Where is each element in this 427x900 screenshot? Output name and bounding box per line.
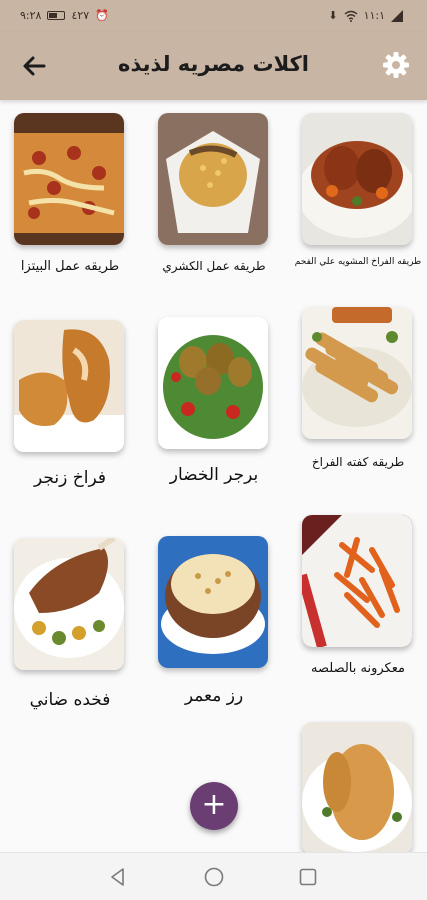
recipe-card[interactable]: فخده ضاني bbox=[14, 538, 126, 710]
page-title: اكلات مصريه لذيذه bbox=[118, 52, 309, 76]
recipe-image-zinger-chicken bbox=[14, 320, 124, 452]
nav-back-icon[interactable] bbox=[106, 865, 130, 889]
recipe-image-pizza bbox=[14, 113, 124, 245]
nav-home-icon[interactable] bbox=[202, 865, 226, 889]
recipe-card[interactable]: رز معمر bbox=[158, 536, 270, 706]
nav-recents-icon[interactable] bbox=[296, 865, 320, 889]
app-bar: اكلات مصريه لذيذه bbox=[0, 32, 427, 100]
recipe-label: برجر الخضار bbox=[169, 465, 259, 485]
recipe-label: طريقه الفراخ المشويه علي الفحم bbox=[294, 257, 422, 267]
recipe-label: معكرونه بالصلصه bbox=[311, 661, 405, 676]
recipe-label: طريقه عمل الكشري bbox=[162, 259, 266, 273]
alarm-icon: ⏰ bbox=[95, 9, 109, 22]
signal-icon bbox=[391, 9, 403, 22]
recipe-image-baked-rice bbox=[158, 536, 268, 668]
battery-icon bbox=[47, 11, 66, 20]
recipe-grid: طريقه الفراخ المشويه علي الفحم طريقه عمل… bbox=[0, 100, 427, 852]
recipe-card[interactable]: طريقه عمل البيتزا bbox=[14, 113, 126, 274]
recipe-image-koshari bbox=[158, 113, 268, 245]
system-nav-bar bbox=[0, 852, 427, 900]
recipe-image-veggie-burger bbox=[158, 317, 268, 449]
recipe-image-grilled-chicken bbox=[302, 113, 412, 245]
add-icon: + bbox=[201, 787, 227, 822]
status-bar: ٩:٢٨ ٤٢٧ ⏰ ⬇ ١١:١ bbox=[0, 0, 427, 32]
recipe-label: رز معمر bbox=[184, 686, 244, 706]
add-button[interactable]: + bbox=[190, 782, 238, 830]
recipe-image-pasta bbox=[302, 515, 412, 647]
recipe-card[interactable]: طريقه الفراخ المشويه علي الفحم bbox=[295, 113, 421, 267]
download-icon: ⬇ bbox=[328, 9, 338, 22]
gear-icon[interactable] bbox=[379, 48, 413, 82]
status-left: ٩:٢٨ ٤٢٧ ⏰ bbox=[20, 9, 109, 22]
recipe-card[interactable]: معكرونه بالصلصه bbox=[302, 515, 414, 676]
recipe-label: طريقه عمل البيتزا bbox=[20, 259, 120, 274]
recipe-card[interactable]: طريقه عمل الكشري bbox=[158, 113, 270, 273]
recipe-card[interactable] bbox=[302, 722, 414, 852]
recipe-image-lamb-leg bbox=[14, 538, 124, 670]
signal-label: ١١:١ bbox=[363, 9, 385, 22]
network-speed: ٤٢٧ bbox=[71, 9, 90, 22]
recipe-card[interactable]: فراخ زنجر bbox=[14, 320, 126, 488]
recipe-label: فخده ضاني bbox=[29, 690, 111, 710]
status-right: ⬇ ١١:١ bbox=[328, 9, 403, 22]
arrow-back-icon[interactable] bbox=[18, 50, 50, 82]
recipe-image-chicken-kofta bbox=[302, 307, 412, 439]
recipe-image-roast-chicken bbox=[302, 722, 412, 852]
clock: ٩:٢٨ bbox=[20, 9, 42, 22]
recipe-label: طريقه كفته الفراخ bbox=[311, 455, 405, 469]
recipe-card[interactable]: برجر الخضار bbox=[158, 317, 270, 485]
recipe-label: فراخ زنجر bbox=[34, 468, 106, 488]
recipe-card[interactable]: طريقه كفته الفراخ bbox=[302, 307, 414, 469]
wifi-icon bbox=[344, 10, 358, 22]
